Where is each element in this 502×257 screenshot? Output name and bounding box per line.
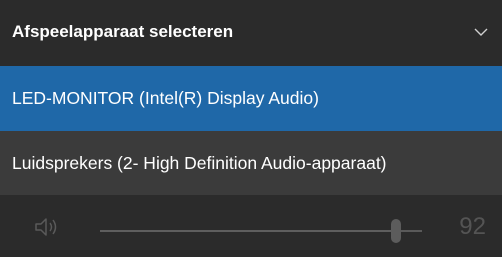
volume-slider-fill bbox=[100, 230, 397, 232]
speaker-icon[interactable] bbox=[34, 215, 64, 239]
device-selector-header[interactable]: Afspeelapparaat selecteren bbox=[0, 0, 502, 64]
device-item-label: LED-MONITOR (Intel(R) Display Audio) bbox=[12, 88, 319, 108]
volume-value: 92 bbox=[459, 213, 486, 240]
device-item-speakers[interactable]: Luidsprekers (2- High Definition Audio-a… bbox=[0, 131, 502, 195]
volume-slider-track[interactable] bbox=[100, 230, 422, 232]
chevron-down-icon[interactable] bbox=[474, 25, 488, 39]
device-item-led-monitor[interactable]: LED-MONITOR (Intel(R) Display Audio) bbox=[0, 66, 502, 131]
volume-slider-thumb[interactable] bbox=[391, 219, 402, 243]
device-selector-title: Afspeelapparaat selecteren bbox=[12, 22, 234, 41]
device-item-label: Luidsprekers (2- High Definition Audio-a… bbox=[12, 152, 387, 173]
volume-row: 92 bbox=[0, 195, 502, 257]
audio-device-flyout: Afspeelapparaat selecteren LED-MONITOR (… bbox=[0, 0, 502, 257]
